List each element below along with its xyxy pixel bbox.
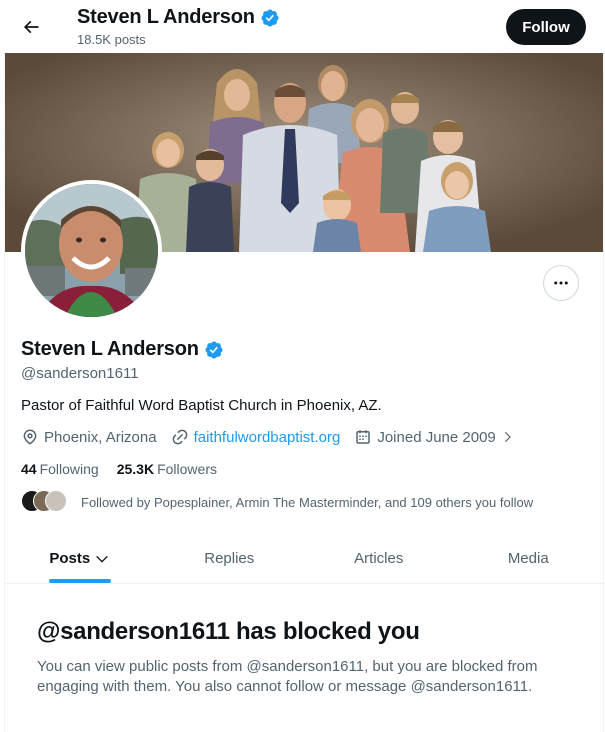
mini-avatar [45, 490, 67, 512]
followers-label: Followers [157, 461, 217, 477]
tab-articles[interactable]: Articles [304, 534, 454, 583]
profile-bio: Pastor of Faithful Word Baptist Church i… [21, 397, 382, 414]
back-button[interactable] [14, 10, 48, 44]
following-count-link[interactable]: 44 Following [21, 461, 99, 477]
calendar-icon [356, 430, 371, 444]
profile-website-link[interactable]: faithfulwordbaptist.org [194, 429, 341, 446]
tab-label: Replies [204, 550, 255, 567]
followers-you-know[interactable]: Followed by Popesplainer, Armin The Mast… [21, 490, 533, 514]
tab-label: Articles [354, 550, 404, 567]
location-pin-icon [23, 429, 37, 445]
followers-count-link[interactable]: 25.3K Followers [117, 461, 217, 477]
tab-posts[interactable]: Posts [5, 534, 155, 583]
profile-handle: @sanderson1611 [21, 365, 139, 382]
profile-tabs: Posts Replies Articles Media [5, 534, 603, 584]
tab-label: Media [507, 550, 549, 567]
blocked-title: @sanderson1611 has blocked you [37, 618, 420, 645]
profile-joined-date: Joined June 2009 [377, 428, 496, 446]
tab-media[interactable]: Media [454, 534, 604, 583]
back-arrow-icon [23, 20, 39, 34]
chevron-down-icon [96, 555, 108, 563]
avatar-photo [25, 184, 158, 317]
following-label: Following [39, 461, 99, 477]
verified-badge-icon [261, 8, 279, 27]
profile-location: Phoenix, Arizona [44, 428, 157, 446]
followed-by-avatars [21, 490, 71, 514]
tab-replies[interactable]: Replies [155, 534, 305, 583]
header-profile-name: Steven L Anderson [77, 6, 255, 28]
more-options-button[interactable] [543, 265, 579, 301]
followed-by-text: Followed by Popesplainer, Armin The Mast… [81, 494, 534, 510]
header-posts-count: 18.5K posts [77, 32, 146, 47]
profile-name: Steven L Anderson [21, 338, 199, 360]
profile-meta: Phoenix, Arizona faithfulwordbaptist.org… [21, 428, 529, 446]
followers-count: 25.3K [116, 461, 155, 477]
avatar[interactable] [21, 180, 162, 321]
tab-label: Posts [49, 550, 91, 567]
blocked-message: You can view public posts from @sanderso… [37, 658, 538, 695]
more-dots-icon [554, 281, 568, 285]
following-count: 44 [21, 461, 37, 477]
chevron-right-icon[interactable] [501, 430, 515, 444]
link-icon [172, 429, 187, 445]
tab-active-indicator [48, 579, 111, 583]
follow-button[interactable]: Follow [506, 9, 586, 45]
top-bar: Steven L Anderson 18.5K posts Follow [0, 0, 605, 52]
verified-badge-icon[interactable] [204, 340, 224, 360]
